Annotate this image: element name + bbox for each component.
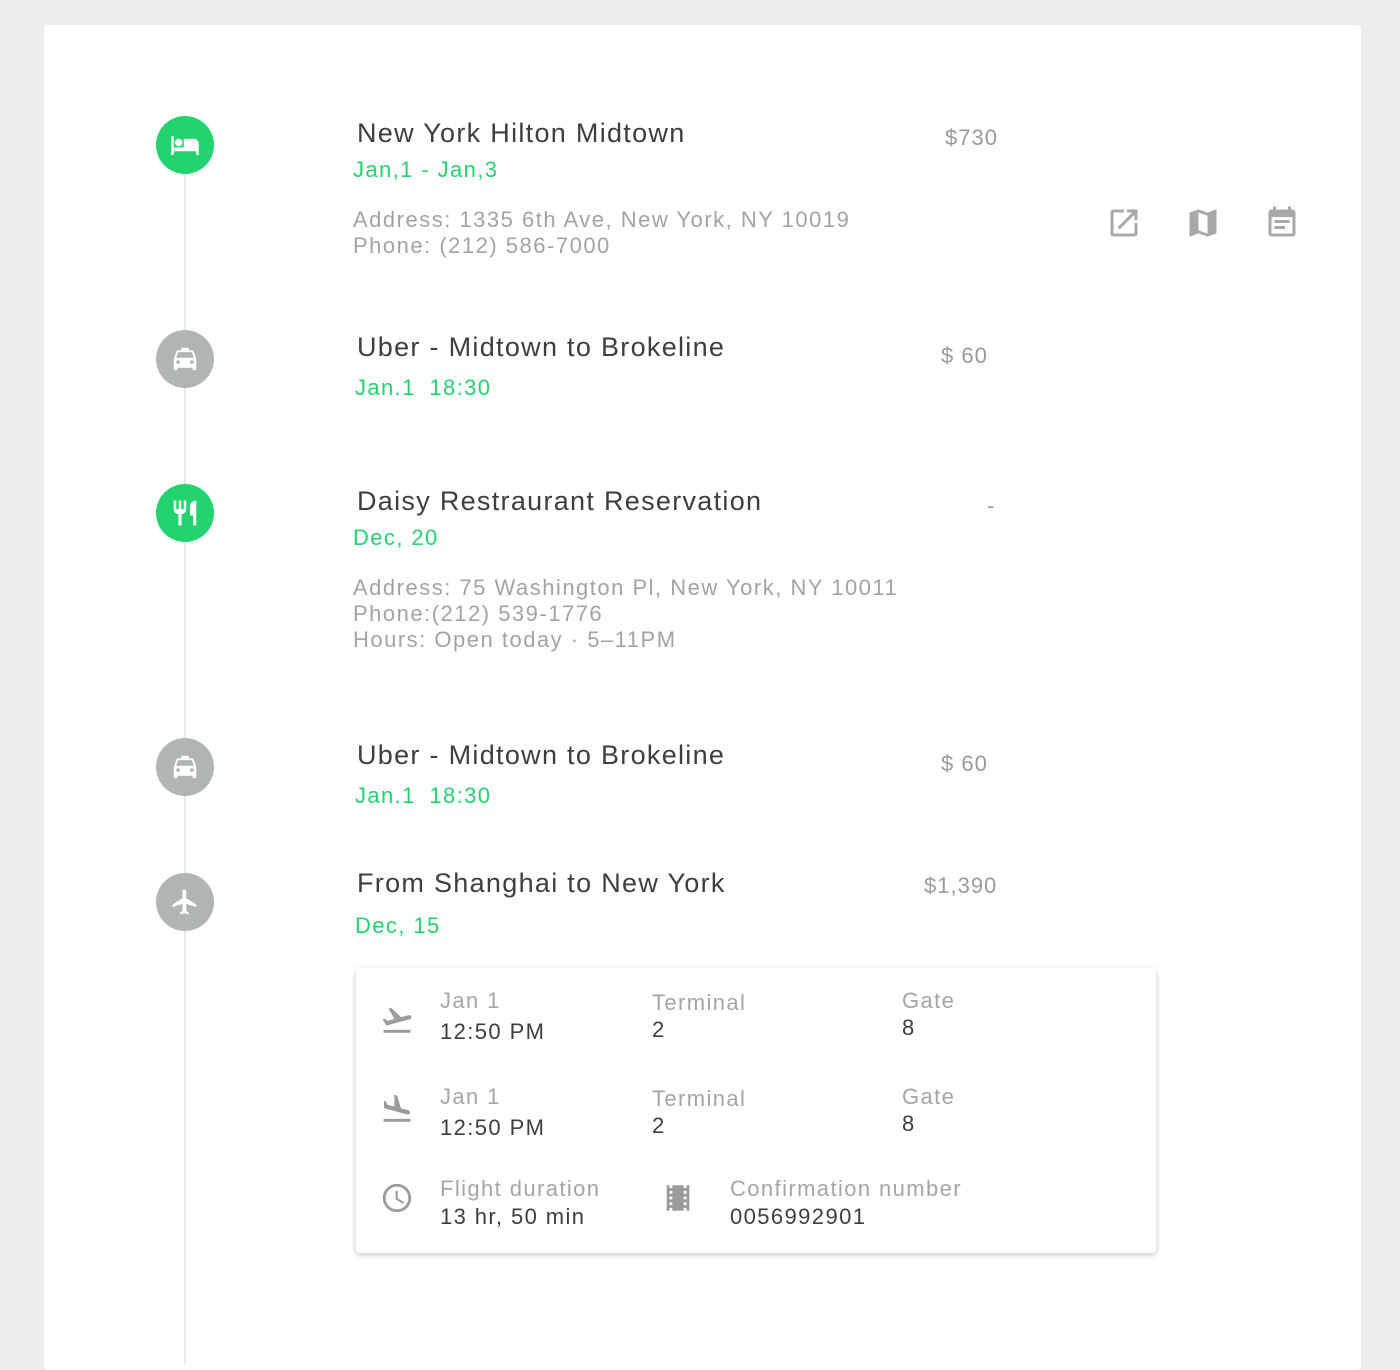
open-external-icon[interactable] bbox=[1106, 205, 1142, 241]
restaurant-price: - bbox=[987, 493, 996, 518]
uber-date: Jan.1 18:30 bbox=[355, 375, 492, 400]
flight-title[interactable]: From Shanghai to New York bbox=[357, 868, 726, 899]
hotel-date: Jan,1 - Jan,3 bbox=[353, 157, 499, 182]
hotel-price: $730 bbox=[945, 125, 998, 150]
arrival-gate-label: Gate bbox=[902, 1084, 956, 1109]
uber-price: $ 60 bbox=[941, 751, 988, 776]
arrival-terminal-label: Terminal bbox=[652, 1086, 747, 1111]
departure-terminal: 2 bbox=[652, 1017, 666, 1042]
flight-price: $1,390 bbox=[924, 873, 998, 898]
restaurant-address: Address: 75 Washington Pl, New York, NY … bbox=[353, 575, 899, 600]
arrival-date: Jan 1 bbox=[440, 1084, 501, 1109]
departure-gate: 8 bbox=[902, 1015, 916, 1040]
departure-time: 12:50 PM bbox=[440, 1019, 546, 1044]
uber-title[interactable]: Uber - Midtown to Brokeline bbox=[357, 332, 725, 363]
uber-price: $ 60 bbox=[941, 343, 988, 368]
restaurant-date: Dec, 20 bbox=[353, 525, 439, 550]
departure-terminal-label: Terminal bbox=[652, 990, 747, 1015]
duration-value: 13 hr, 50 min bbox=[440, 1204, 586, 1229]
airplane-icon bbox=[156, 873, 214, 931]
hotel-address: Address: 1335 6th Ave, New York, NY 1001… bbox=[353, 207, 851, 232]
map-icon[interactable] bbox=[1185, 205, 1221, 241]
restaurant-phone: Phone:(212) 539-1776 bbox=[353, 601, 604, 626]
arrival-time: 12:50 PM bbox=[440, 1115, 546, 1140]
confirmation-label: Confirmation number bbox=[730, 1176, 963, 1201]
arrival-gate: 8 bbox=[902, 1111, 916, 1136]
hotel-phone: Phone: (212) 586-7000 bbox=[353, 233, 611, 258]
uber-title[interactable]: Uber - Midtown to Brokeline bbox=[357, 740, 725, 771]
flight-takeoff-icon bbox=[380, 1003, 414, 1037]
calendar-event-icon[interactable] bbox=[1264, 205, 1300, 241]
departure-date: Jan 1 bbox=[440, 988, 501, 1013]
uber-date: Jan.1 18:30 bbox=[355, 783, 492, 808]
ticket-film-icon bbox=[661, 1181, 695, 1215]
restaurant-icon bbox=[156, 484, 214, 542]
confirmation-number[interactable]: 0056992901 bbox=[730, 1204, 866, 1230]
flight-date: Dec, 15 bbox=[355, 913, 441, 938]
hotel-bed-icon bbox=[156, 116, 214, 174]
restaurant-title[interactable]: Daisy Restraurant Reservation bbox=[357, 486, 762, 517]
duration-label: Flight duration bbox=[440, 1176, 601, 1201]
hotel-title[interactable]: New York Hilton Midtown bbox=[357, 118, 686, 149]
taxi-icon bbox=[156, 738, 214, 796]
clock-icon bbox=[380, 1181, 414, 1215]
flight-details-card: Jan 1 12:50 PM Terminal 2 Gate 8 Jan 1 1… bbox=[356, 968, 1156, 1253]
taxi-icon bbox=[156, 330, 214, 388]
departure-gate-label: Gate bbox=[902, 988, 956, 1013]
flight-land-icon bbox=[380, 1092, 414, 1126]
restaurant-hours: Hours: Open today · 5–11PM bbox=[353, 627, 677, 652]
arrival-terminal: 2 bbox=[652, 1113, 666, 1138]
